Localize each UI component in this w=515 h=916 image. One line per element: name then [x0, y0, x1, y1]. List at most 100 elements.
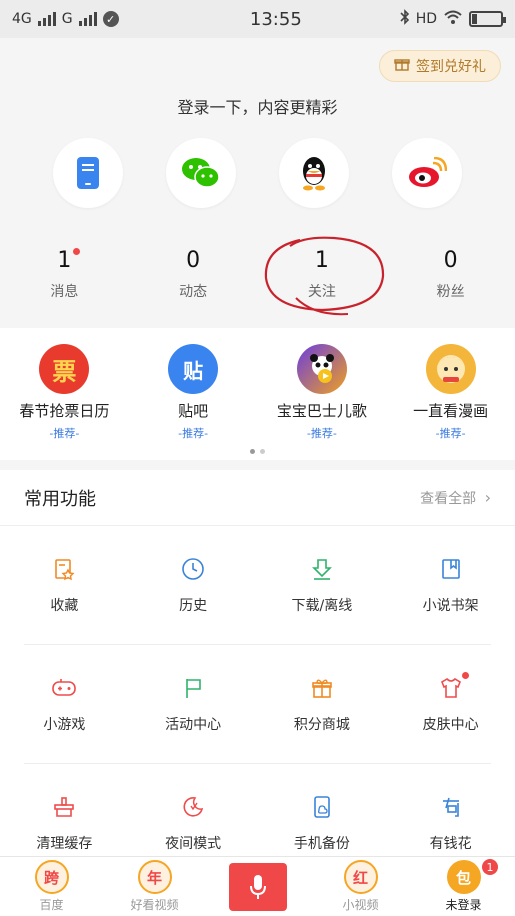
stat-messages-label: 消息 — [50, 284, 79, 300]
function-download[interactable]: 下载/离线 — [258, 526, 387, 644]
favorite-icon — [50, 555, 78, 583]
chevron-right-icon: › — [484, 487, 491, 507]
tieba-icon: 贴 — [168, 344, 219, 394]
rec-item-ticket-calendar[interactable]: 票 春节抢票日历 -推荐- — [0, 344, 129, 441]
signal-icon — [37, 12, 56, 26]
clock-icon — [179, 555, 207, 583]
qq-icon — [302, 157, 325, 191]
wechat-icon — [182, 158, 220, 188]
rec-item-name: 春节抢票日历 — [19, 402, 110, 420]
status-left: 4G G ✓ — [12, 11, 192, 27]
moon-icon — [179, 793, 207, 821]
network-label-4g: 4G — [12, 11, 32, 27]
rec-item-tag: -推荐- — [178, 427, 209, 440]
stat-fans-value: 0 — [443, 248, 458, 273]
page-dot-active — [250, 449, 255, 454]
weibo-login-button[interactable] — [391, 138, 462, 208]
function-label: 手机备份 — [293, 836, 350, 852]
network-label-g: G — [61, 11, 73, 27]
status-right: HD — [400, 9, 506, 29]
function-label: 清理缓存 — [36, 836, 93, 852]
function-points-mall[interactable]: 积分商城 — [258, 645, 387, 763]
flag-icon — [179, 674, 207, 702]
function-skin-center[interactable]: 皮肤中心 — [386, 645, 515, 763]
page-dot — [260, 449, 265, 454]
function-favorites[interactable]: 收藏 — [0, 526, 129, 644]
rec-item-manga[interactable]: 一直看漫画 -推荐- — [386, 344, 515, 441]
function-label: 皮肤中心 — [422, 717, 479, 733]
tab-short-video[interactable]: 红 小视频 — [309, 857, 412, 916]
rec-item-tag: -推荐- — [306, 427, 337, 440]
recommended-row: 票 春节抢票日历 -推荐- 贴 贴吧 -推荐- 宝宝巴士儿歌 -推荐- 一直看漫… — [0, 328, 515, 441]
manga-icon — [425, 344, 476, 394]
function-label: 小说书架 — [422, 598, 479, 614]
login-prompt[interactable]: 登录一下，内容更精彩 — [0, 94, 515, 118]
section-title: 常用功能 — [24, 488, 96, 510]
function-label: 活动中心 — [165, 717, 222, 733]
function-label: 积分商城 — [293, 717, 350, 733]
wifi-icon — [443, 9, 463, 29]
common-functions: 常用功能 查看全部 › 收藏 历史 下载/离线 小说书架 小游戏 活动中心 积分… — [0, 470, 515, 856]
recommended-apps: 票 春节抢票日历 -推荐- 贴 贴吧 -推荐- 宝宝巴士儿歌 -推荐- 一直看漫… — [0, 328, 515, 460]
function-grid: 收藏 历史 下载/离线 小说书架 — [0, 526, 515, 644]
bottom-tab-bar: 跨 百度 年 好看视频 红 小视频 包 未登录 1 — [0, 856, 515, 916]
signin-reward-label: 签到兑好礼 — [416, 59, 486, 75]
status-time: 13:55 — [249, 8, 302, 30]
rec-item-babybus[interactable]: 宝宝巴士儿歌 -推荐- — [258, 344, 387, 441]
new-badge-dot — [461, 672, 469, 679]
tab-label: 百度 — [39, 898, 64, 912]
user-stats: 1 消息 0 动态 1 关注 0 粉丝 — [0, 248, 515, 301]
phone-login-button[interactable] — [53, 138, 124, 208]
rec-item-tag: -推荐- — [49, 427, 80, 440]
tab-voice-search[interactable] — [206, 857, 309, 916]
tab-short-video-icon: 红 — [343, 860, 378, 894]
mic-icon — [228, 862, 287, 911]
login-methods — [0, 138, 515, 208]
qq-login-button[interactable] — [278, 138, 349, 208]
bookmark-icon — [437, 555, 465, 583]
function-label: 有钱花 — [429, 836, 472, 852]
stat-following-value: 1 — [314, 248, 329, 273]
rec-item-tieba[interactable]: 贴 贴吧 -推荐- — [129, 344, 258, 441]
phone-icon — [77, 157, 100, 189]
shirt-icon — [437, 672, 469, 702]
tab-profile[interactable]: 包 未登录 1 — [412, 857, 515, 916]
function-history[interactable]: 历史 — [129, 526, 258, 644]
unread-dot — [73, 248, 81, 255]
gift-icon — [394, 56, 410, 76]
rec-item-name: 贴吧 — [178, 402, 209, 420]
function-games[interactable]: 小游戏 — [0, 645, 129, 763]
stat-following[interactable]: 1 关注 — [258, 248, 387, 301]
common-functions-header: 常用功能 查看全部 › — [0, 470, 515, 526]
check-icon: ✓ — [102, 11, 119, 27]
tab-baidu[interactable]: 跨 百度 — [0, 857, 103, 916]
broom-icon — [50, 793, 78, 821]
stat-activity[interactable]: 0 动态 — [129, 248, 258, 301]
status-bar: 4G G ✓ 13:55 HD — [0, 0, 515, 38]
tab-haokan-video[interactable]: 年 好看视频 — [103, 857, 206, 916]
battery-icon — [469, 11, 506, 27]
function-activity-center[interactable]: 活动中心 — [129, 645, 258, 763]
stat-messages[interactable]: 1 消息 — [0, 248, 129, 301]
function-label: 夜间模式 — [165, 836, 222, 852]
weibo-icon — [408, 157, 447, 187]
stat-fans[interactable]: 0 粉丝 — [386, 248, 515, 301]
hd-label: HD — [415, 11, 437, 27]
view-all-link[interactable]: 查看全部 › — [420, 488, 491, 508]
rec-item-tag: -推荐- — [435, 427, 466, 440]
wechat-login-button[interactable] — [166, 138, 237, 208]
tab-profile-icon: 包 — [446, 860, 481, 894]
tab-label: 小视频 — [342, 898, 379, 912]
rec-item-name: 宝宝巴士儿歌 — [276, 402, 367, 420]
gift-icon — [308, 674, 336, 702]
function-bookshelf[interactable]: 小说书架 — [386, 526, 515, 644]
function-label: 下载/离线 — [291, 598, 353, 614]
phone-backup-icon — [308, 793, 336, 821]
profile-header: 签到兑好礼 登录一下，内容更精彩 1 消息 0 动态 1 关注 0 粉丝 — [0, 38, 515, 328]
tab-video-icon: 年 — [137, 860, 172, 894]
function-label: 收藏 — [50, 598, 79, 614]
panda-icon — [296, 344, 347, 394]
ticket-icon: 票 — [39, 344, 90, 394]
signin-reward-button[interactable]: 签到兑好礼 — [379, 50, 501, 82]
stat-activity-value: 0 — [186, 248, 201, 273]
